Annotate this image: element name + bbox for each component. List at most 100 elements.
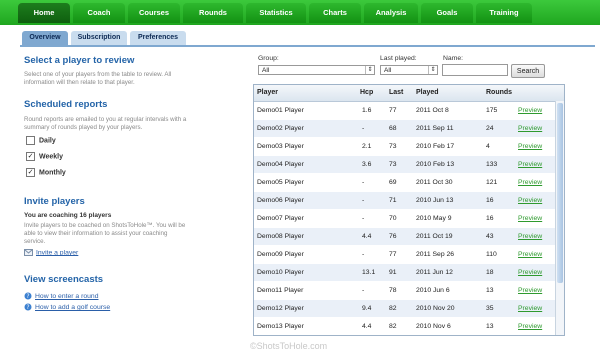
cell-last: 77 (389, 107, 397, 114)
cell-rounds: 16 (486, 215, 494, 222)
preview-link[interactable]: Preview (518, 269, 542, 276)
last-played-label: Last played: (380, 55, 417, 62)
table-scrollbar[interactable] (555, 101, 564, 335)
last-played-select-value: All (384, 67, 392, 74)
checkbox-checked[interactable]: ✓ (26, 168, 35, 177)
table-row[interactable]: Demo11 Player - 78 2010 Jun 6 13 Preview (254, 282, 556, 299)
preview-link[interactable]: Preview (518, 323, 542, 330)
name-search-input[interactable] (442, 64, 508, 76)
top-nav: Home Coach Courses Rounds Statistics Cha… (0, 0, 600, 25)
cell-last: 73 (389, 161, 397, 168)
invite-player-label: Invite a player (36, 249, 79, 257)
table-row[interactable]: Demo12 Player 9.4 82 2010 Nov 20 35 Prev… (254, 300, 556, 317)
cell-player: Demo07 Player (257, 215, 304, 222)
cell-last: 91 (389, 269, 397, 276)
cell-last: 69 (389, 179, 397, 186)
svg-text:?: ? (26, 293, 29, 300)
cell-hcp: 13.1 (362, 269, 376, 276)
cell-played: 2011 Jun 12 (416, 269, 453, 276)
table-row[interactable]: Demo01 Player 1.6 77 2011 Oct 8 175 Prev… (254, 102, 556, 119)
preview-link[interactable]: Preview (518, 305, 542, 312)
table-row[interactable]: Demo10 Player 13.1 91 2011 Jun 12 18 Pre… (254, 264, 556, 281)
col-last[interactable]: Last (389, 89, 403, 96)
cell-rounds: 24 (486, 125, 494, 132)
table-row[interactable]: Demo05 Player - 69 2011 Oct 30 121 Previ… (254, 174, 556, 191)
monthly-checkbox[interactable]: ✓ Monthly (26, 168, 66, 177)
subtab-subscription[interactable]: Subscription (71, 31, 127, 45)
checkbox-checked[interactable]: ✓ (26, 152, 35, 161)
cell-played: 2011 Oct 19 (416, 233, 453, 240)
cell-last: 77 (389, 251, 397, 258)
cell-hcp: - (362, 251, 365, 258)
tab-rounds[interactable]: Rounds (183, 3, 243, 23)
cell-player: Demo06 Player (257, 197, 304, 204)
table-row[interactable]: Demo02 Player - 68 2011 Sep 11 24 Previe… (254, 120, 556, 137)
subtab-preferences[interactable]: Preferences (130, 31, 186, 45)
cell-hcp: - (362, 215, 365, 222)
preview-link[interactable]: Preview (518, 233, 542, 240)
cell-played: 2011 Oct 8 (416, 107, 449, 114)
preview-link[interactable]: Preview (518, 287, 542, 294)
cell-player: Demo12 Player (257, 305, 304, 312)
cell-last: 68 (389, 125, 397, 132)
table-header: Player Hcp Last Played Rounds (254, 85, 564, 102)
preview-link[interactable]: Preview (518, 161, 542, 168)
col-hcp[interactable]: Hcp (360, 89, 373, 96)
cell-player: Demo08 Player (257, 233, 304, 240)
dropdown-arrow-icon: ⇕ (428, 66, 437, 74)
daily-checkbox[interactable]: Daily (26, 136, 56, 145)
preview-link[interactable]: Preview (518, 107, 542, 114)
table-row[interactable]: Demo13 Player 4.4 82 2010 Nov 6 13 Previ… (254, 318, 556, 335)
cell-player: Demo10 Player (257, 269, 304, 276)
subtab-overview[interactable]: Overview (22, 31, 68, 45)
checkbox-unchecked[interactable] (26, 136, 35, 145)
cell-player: Demo11 Player (257, 287, 304, 294)
scheduled-reports-text-1: Round reports are emailed to you at regu… (24, 116, 187, 123)
tab-courses[interactable]: Courses (128, 3, 180, 23)
tab-charts[interactable]: Charts (309, 3, 361, 23)
table-row[interactable]: Demo03 Player 2.1 73 2010 Feb 17 4 Previ… (254, 138, 556, 155)
invite-player-link[interactable]: Invite a player (24, 249, 78, 256)
cell-played: 2010 Jun 6 (416, 287, 450, 294)
weekly-checkbox[interactable]: ✓ Weekly (26, 152, 63, 161)
last-played-select[interactable]: All ⇕ (380, 65, 438, 75)
search-button[interactable]: Search (511, 64, 545, 78)
preview-link[interactable]: Preview (518, 143, 542, 150)
tab-coach[interactable]: Coach (73, 3, 125, 23)
preview-link[interactable]: Preview (518, 179, 542, 186)
tab-training[interactable]: Training (476, 3, 532, 23)
cell-played: 2010 Nov 20 (416, 305, 455, 312)
cell-player: Demo09 Player (257, 251, 304, 258)
tab-home[interactable]: Home (18, 3, 70, 23)
table-row[interactable]: Demo06 Player - 71 2010 Jun 13 16 Previe… (254, 192, 556, 209)
cell-rounds: 16 (486, 197, 494, 204)
screencast-link-enter-round[interactable]: ? How to enter a round (24, 292, 98, 300)
cell-last: 71 (389, 197, 397, 204)
daily-label: Daily (39, 137, 56, 145)
preview-link[interactable]: Preview (518, 125, 542, 132)
select-player-text-1: Select one of your players from the tabl… (24, 71, 172, 78)
table-row[interactable]: Demo07 Player - 70 2010 May 9 16 Preview (254, 210, 556, 227)
tab-statistics[interactable]: Statistics (246, 3, 306, 23)
cell-hcp: 1.6 (362, 107, 372, 114)
scrollbar-thumb[interactable] (557, 103, 563, 283)
cell-rounds: 43 (486, 233, 494, 240)
screencast-link-add-course[interactable]: ? How to add a golf course (24, 303, 110, 311)
col-rounds[interactable]: Rounds (486, 89, 512, 96)
table-row[interactable]: Demo04 Player 3.6 73 2010 Feb 13 133 Pre… (254, 156, 556, 173)
cell-last: 70 (389, 215, 397, 222)
group-select[interactable]: All ⇕ (258, 65, 375, 75)
col-player[interactable]: Player (257, 89, 278, 96)
table-row[interactable]: Demo09 Player - 77 2011 Sep 26 110 Previ… (254, 246, 556, 263)
table-row[interactable]: Demo08 Player 4.4 76 2011 Oct 19 43 Prev… (254, 228, 556, 245)
col-played[interactable]: Played (416, 89, 439, 96)
cell-played: 2010 May 9 (416, 215, 452, 222)
cell-rounds: 4 (486, 143, 490, 150)
tab-goals[interactable]: Goals (421, 3, 473, 23)
tab-analysis[interactable]: Analysis (364, 3, 418, 23)
cell-rounds: 133 (486, 161, 498, 168)
preview-link[interactable]: Preview (518, 197, 542, 204)
preview-link[interactable]: Preview (518, 251, 542, 258)
select-player-text-2: information will then relate to that pla… (24, 79, 135, 86)
preview-link[interactable]: Preview (518, 215, 542, 222)
